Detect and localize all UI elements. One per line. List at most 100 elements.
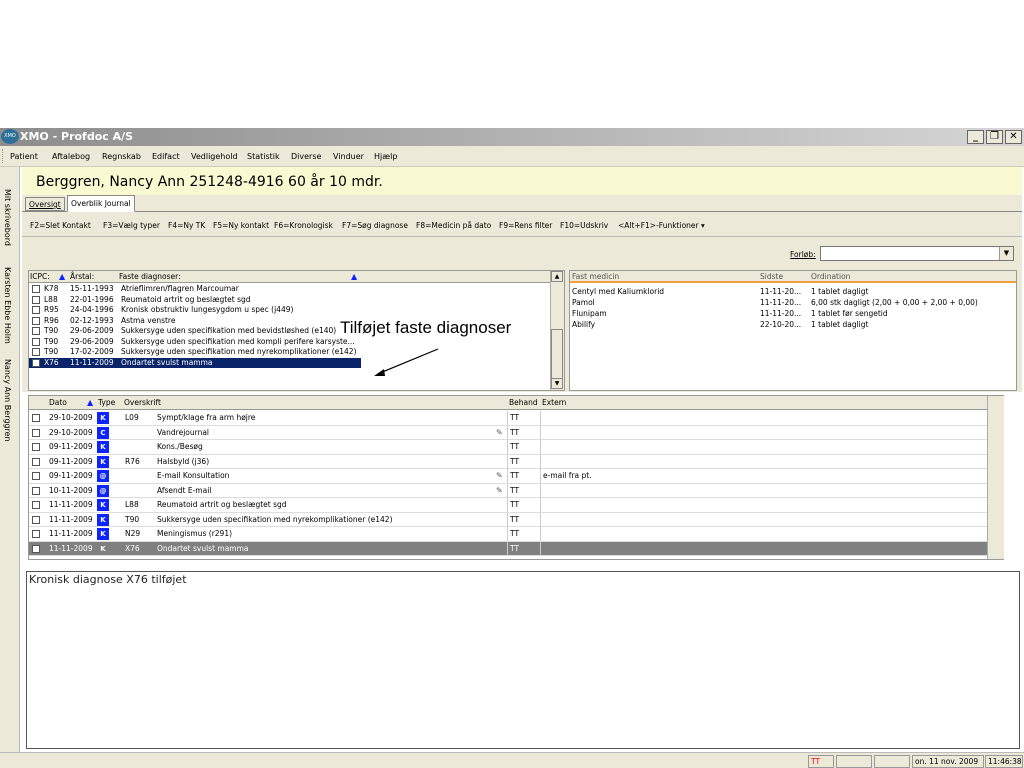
- toolbar-grip[interactable]: [2, 149, 4, 163]
- journal-note-text[interactable]: Kronisk diagnose X76 tilføjet: [26, 571, 1020, 749]
- row-checkbox[interactable]: [32, 530, 40, 538]
- pen-icon[interactable]: ✎: [496, 469, 503, 483]
- fkey-f6[interactable]: F6=Kronologisk: [274, 221, 333, 230]
- menu-edifact[interactable]: Edifact: [152, 152, 180, 161]
- col-ordination[interactable]: Ordination: [811, 271, 850, 283]
- row-checkbox[interactable]: [32, 544, 40, 553]
- journal-row[interactable]: 11-11-2009 K T90 Sukkersyge uden specifikat…: [29, 512, 1003, 527]
- chevron-down-icon[interactable]: ▼: [999, 247, 1013, 260]
- fkey-alt-f1[interactable]: <Alt+F1>-Funktioner ▾: [618, 221, 705, 230]
- col-year[interactable]: Årstal:: [70, 271, 94, 283]
- sort-icon[interactable]: ▲: [87, 396, 93, 410]
- row-checkbox[interactable]: [32, 295, 40, 304]
- medicine-row[interactable]: Pamol 11-11-20... 6,00 stk dagligt (2,00 +…: [570, 298, 1016, 309]
- row-checkbox[interactable]: [32, 337, 40, 346]
- diagnosis-code: R95: [44, 305, 59, 314]
- fkey-f5[interactable]: F5=Ny kontakt: [213, 221, 269, 230]
- sort-icon[interactable]: ▲: [59, 271, 65, 283]
- diagnosis-row[interactable]: K78 15-11-1993 Atrieflimren/flagren Marcou…: [29, 284, 551, 295]
- menu-vinduer[interactable]: Vinduer: [333, 152, 364, 161]
- col-last[interactable]: Sidste: [760, 271, 783, 283]
- col-medicine[interactable]: Fast medicin: [572, 271, 619, 283]
- fkey-f9[interactable]: F9=Rens filter: [499, 221, 552, 230]
- row-checkbox[interactable]: [32, 327, 40, 335]
- row-checkbox[interactable]: [32, 501, 40, 509]
- menu-diverse[interactable]: Diverse: [291, 152, 321, 161]
- forlob-select[interactable]: ▼: [820, 246, 1014, 261]
- menu-regnskab[interactable]: Regnskab: [102, 152, 141, 161]
- column-divider: [507, 483, 508, 498]
- diagnoses-scrollbar[interactable]: ▲ ▼: [550, 271, 564, 390]
- col-icpc[interactable]: ICPC:: [30, 271, 50, 283]
- column-divider: [507, 498, 508, 512]
- diagnosis-row[interactable]: T90 29-06-2009 Sukkersyge uden specifikati…: [29, 337, 551, 348]
- fkey-f8[interactable]: F8=Medicin på dato: [416, 221, 491, 230]
- side-tab-patient[interactable]: Nancy Ann Berggren: [3, 359, 12, 442]
- menu-hjaelp[interactable]: Hjælp: [374, 152, 397, 161]
- title-bar: XMO XMO - Profdoc A/S _ ❐ ✕: [0, 128, 1024, 146]
- journal-row[interactable]: 29-10-2009 K L09 Sympt/klage fra arm højre T…: [29, 411, 1003, 426]
- pen-icon[interactable]: ✎: [496, 426, 503, 440]
- scroll-thumb[interactable]: [551, 329, 563, 379]
- menu-patient[interactable]: Patient: [10, 152, 38, 161]
- journal-row[interactable]: 09-11-2009 K R76 Halsbyld (j36) TT: [29, 454, 1003, 469]
- home-icon[interactable]: ▲: [351, 271, 357, 283]
- journal-date: 29-10-2009: [49, 413, 93, 422]
- row-checkbox[interactable]: [32, 285, 40, 293]
- diagnosis-row[interactable]: L88 22-01-1996 Reumatoid artrit og beslægt…: [29, 295, 551, 306]
- diagnosis-row[interactable]: R95 24-04-1996 Kronisk obstruktiv lungesyg…: [29, 305, 551, 316]
- medicine-row[interactable]: Centyl med Kaliumklorid 11-11-20... 1 tabl…: [570, 287, 1016, 298]
- row-checkbox[interactable]: [32, 348, 40, 356]
- menu-vedligehold[interactable]: Vedligehold: [191, 152, 238, 161]
- menu-aftalebog[interactable]: Aftalebog: [52, 152, 90, 161]
- diagnosis-row[interactable]: T90 17-02-2009 Sukkersyge uden specifikati…: [29, 347, 551, 358]
- journal-scrollbar[interactable]: [987, 396, 1004, 559]
- side-tab-desktop[interactable]: Mit skrivebord: [3, 189, 12, 246]
- journal-row[interactable]: 11-11-2009 K L88 Reumatoid artrit og beslæg…: [29, 498, 1003, 513]
- row-checkbox[interactable]: [32, 414, 40, 422]
- fkey-f3[interactable]: F3=Vælg typer: [103, 221, 160, 230]
- diagnosis-text: Astma venstre: [121, 315, 176, 325]
- col-extern[interactable]: Extern: [542, 396, 566, 410]
- row-checkbox[interactable]: [32, 428, 40, 437]
- diagnosis-row[interactable]: X76 11-11-2009 Ondartet svulst mamma: [29, 357, 361, 368]
- row-checkbox[interactable]: [32, 472, 40, 480]
- journal-row[interactable]: 11-11-2009 K X76 Ondartet svulst mamma TT: [29, 541, 1003, 556]
- row-checkbox[interactable]: [32, 515, 40, 524]
- menu-statistik[interactable]: Statistik: [247, 152, 280, 161]
- col-date[interactable]: Dato: [49, 396, 67, 410]
- restore-button[interactable]: ❐: [986, 130, 1003, 144]
- fkey-f2[interactable]: F2=Slet Kontakt: [30, 221, 91, 230]
- journal-row[interactable]: 29-10-2009 C Vandrejournal ✎ TT: [29, 425, 1003, 440]
- journal-type-badge: C: [97, 426, 109, 439]
- scroll-up-icon[interactable]: ▲: [551, 271, 563, 282]
- function-key-bar: F2=Slet Kontakt F3=Vælg typer F4=Ny TK F…: [22, 212, 1022, 237]
- medicine-row[interactable]: Abilify 22-10-20... 1 tablet dagligt: [570, 320, 1016, 331]
- fkey-f10[interactable]: F10=Udskriv: [560, 221, 608, 230]
- journal-row[interactable]: 09-11-2009 @ E-mail Konsultation ✎ TT e-mail …: [29, 469, 1003, 484]
- fkey-f7[interactable]: F7=Søg diagnose: [342, 221, 408, 230]
- row-checkbox[interactable]: [32, 486, 40, 495]
- col-title[interactable]: Overskrift: [124, 396, 161, 410]
- minimize-button[interactable]: _: [967, 130, 984, 144]
- medicine-row[interactable]: Flunipam 11-11-20... 1 tablet før sengetid: [570, 309, 1016, 320]
- col-type[interactable]: Type: [98, 396, 115, 410]
- scroll-down-icon[interactable]: ▼: [551, 378, 563, 389]
- tab-overblik-journal[interactable]: Overblik Journal: [67, 195, 135, 212]
- row-checkbox[interactable]: [32, 457, 40, 466]
- column-divider: [540, 483, 541, 498]
- row-checkbox[interactable]: [32, 306, 40, 314]
- row-checkbox[interactable]: [32, 358, 40, 367]
- pen-icon[interactable]: ✎: [496, 484, 503, 498]
- journal-row[interactable]: 10-11-2009 @ Afsendt E-mail ✎ TT: [29, 483, 1003, 498]
- tab-oversigt[interactable]: Oversigt: [25, 197, 65, 211]
- fkey-f4[interactable]: F4=Ny TK: [168, 221, 205, 230]
- close-button[interactable]: ✕: [1005, 130, 1022, 144]
- row-checkbox[interactable]: [32, 443, 40, 451]
- row-checkbox[interactable]: [32, 316, 40, 325]
- side-tab-doctor[interactable]: Karsten Ebbe Holm: [3, 267, 12, 344]
- col-diagnosis[interactable]: Faste diagnoser:: [119, 271, 181, 283]
- col-behand[interactable]: Behand: [509, 396, 538, 410]
- journal-row[interactable]: 11-11-2009 K N29 Meningismus (r291) TT: [29, 527, 1003, 542]
- journal-row[interactable]: 09-11-2009 K Kons./Besøg TT: [29, 440, 1003, 455]
